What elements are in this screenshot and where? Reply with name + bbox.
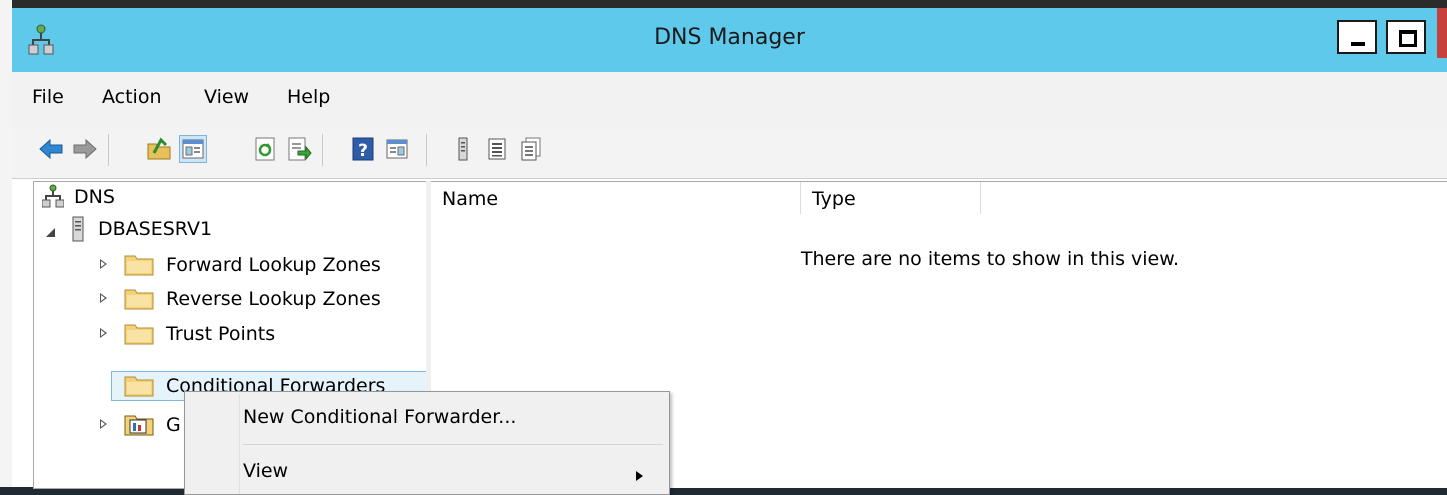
log-folder-icon [124,412,154,445]
close-button[interactable] [1437,8,1447,58]
folder-icon [124,321,154,354]
maximize-icon [1399,30,1417,47]
toolbar-separator [426,134,427,166]
tree-label-global-logs: G [166,414,181,436]
dns-manager-window: DNS Manager File Action View Help ? DNS … [12,8,1447,495]
menu-item-view[interactable]: View [243,451,623,491]
toolbar-separator [108,134,109,166]
back-arrow-icon[interactable] [38,136,64,162]
minimize-button[interactable] [1337,20,1377,54]
menu-view[interactable]: View [204,86,249,108]
folder-icon [124,252,154,285]
list-view-icon[interactable] [484,136,510,162]
svg-text:?: ? [358,141,368,161]
collapsed-arrow-icon[interactable] [100,419,107,429]
background-window-edge [0,0,12,487]
empty-view-message: There are no items to show in this view. [800,248,1180,270]
collapsed-arrow-icon[interactable] [100,328,107,338]
dns-network-icon [41,184,65,217]
column-header-type[interactable]: Type [801,182,981,214]
tree-node-dns[interactable]: DNS [34,182,424,212]
menu-file[interactable]: File [32,86,64,108]
context-menu: New Conditional Forwarder... View [184,391,670,495]
tree-node-server[interactable]: DBASESRV1 [34,214,424,244]
maximize-button[interactable] [1386,20,1426,54]
title-bar[interactable]: DNS Manager [12,8,1447,72]
tree-node-forward-lookup-zones[interactable]: Forward Lookup Zones [34,250,424,280]
folder-icon [124,286,154,319]
forward-arrow-icon[interactable] [72,136,98,162]
toolbar-separator [322,134,323,166]
column-header-name[interactable]: Name [431,182,801,214]
toolbar: ? [12,126,1447,179]
menu-item-new-conditional-forwarder[interactable]: New Conditional Forwarder... [243,397,663,437]
server-icon [70,216,86,251]
menu-bar: File Action View Help [12,72,1447,127]
folder-icon [124,373,154,406]
tree-node-trust-points[interactable]: Trust Points [34,319,424,349]
tree-label-forward-lookup-zones: Forward Lookup Zones [166,254,381,276]
expanded-arrow-icon[interactable] [46,228,55,237]
up-one-level-icon[interactable] [146,136,172,162]
tree-label-trust-points: Trust Points [166,323,276,345]
show-hide-action-pane-icon[interactable] [384,136,410,162]
tree-label-reverse-lookup-zones: Reverse Lookup Zones [166,288,381,310]
refresh-icon[interactable] [252,136,278,162]
tree-label-dns: DNS [74,186,115,208]
context-menu-separator [243,444,663,445]
menu-action[interactable]: Action [102,86,162,108]
help-icon[interactable]: ? [350,136,376,162]
menu-help[interactable]: Help [287,86,330,108]
tree-node-reverse-lookup-zones[interactable]: Reverse Lookup Zones [34,284,424,314]
tree-label-server: DBASESRV1 [98,218,213,240]
collapsed-arrow-icon[interactable] [100,259,107,269]
server-icon[interactable] [450,136,476,162]
context-menu-gutter [239,394,240,494]
properties-icon[interactable] [518,136,544,162]
collapsed-arrow-icon[interactable] [100,293,107,303]
minimize-icon [1351,42,1365,46]
submenu-arrow-icon [636,471,643,481]
export-list-icon[interactable] [286,136,312,162]
show-hide-console-tree-icon[interactable] [179,135,207,163]
window-title: DNS Manager [654,25,805,50]
